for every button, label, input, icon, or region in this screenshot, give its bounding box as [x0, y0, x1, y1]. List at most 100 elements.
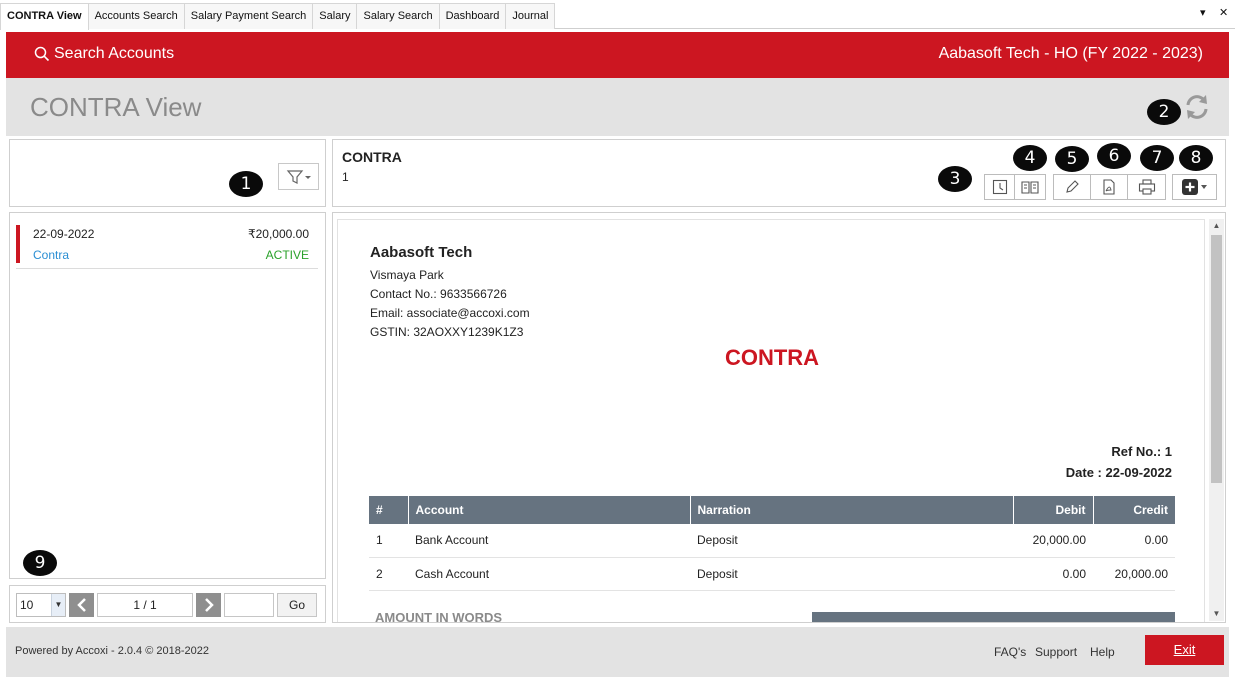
row-narration: Deposit — [690, 524, 1013, 558]
list-item-status: ACTIVE — [265, 248, 309, 262]
row-no: 1 — [369, 524, 408, 558]
list-item-amount: ₹20,000.00 — [247, 227, 309, 241]
clock-icon — [992, 179, 1007, 195]
filter-icon — [286, 169, 311, 184]
col-header-no: # — [369, 496, 409, 524]
organization-name: Aabasoft Tech — [370, 244, 473, 261]
pagination: 10 ▼ 1 / 1 Go — [9, 585, 326, 623]
tab-salary[interactable]: Salary — [312, 3, 358, 29]
table-row: 1 Bank Account Deposit 20,000.00 0.00 — [369, 524, 1175, 558]
search-icon — [34, 46, 50, 62]
next-page-button[interactable] — [196, 593, 221, 617]
tab-strip: CONTRA View Accounts Search Salary Payme… — [0, 0, 1235, 30]
row-debit: 20,000.00 — [1013, 524, 1093, 558]
page-title: CONTRA View — [30, 92, 202, 122]
row-no: 2 — [369, 557, 408, 591]
voucher-ref: Ref No.: 1 — [1111, 444, 1172, 459]
goto-page-input[interactable] — [224, 593, 274, 617]
support-link[interactable]: Support — [1035, 645, 1077, 659]
chevron-down-icon — [1200, 185, 1207, 189]
company-name: Aabasoft Tech - HO (FY 2022 - 2023) — [938, 45, 1203, 62]
refresh-button[interactable] — [1182, 92, 1212, 125]
pdf-export-button[interactable] — [1091, 175, 1128, 199]
row-account: Cash Account — [408, 557, 690, 591]
callout-badge-4: 4 — [1013, 145, 1047, 171]
row-narration: Deposit — [690, 557, 1013, 591]
callout-badge-8: 8 — [1179, 145, 1213, 171]
faqs-link[interactable]: FAQ's — [994, 645, 1026, 659]
organization-email: Email: associate@accoxi.com — [370, 306, 530, 320]
print-button[interactable] — [1128, 175, 1165, 199]
page-info: 1 / 1 — [97, 593, 193, 617]
go-button[interactable]: Go — [277, 593, 317, 617]
edit-export-group — [1053, 174, 1166, 200]
add-new-button[interactable] — [1172, 174, 1217, 200]
search-accounts-label: Search Accounts — [54, 45, 175, 62]
plus-square-icon — [1181, 179, 1198, 195]
tab-salary-search[interactable]: Salary Search — [356, 3, 440, 29]
pencil-icon — [1066, 180, 1079, 193]
scrollbar-thumb[interactable] — [1211, 235, 1222, 483]
col-header-debit: Debit — [1013, 496, 1094, 524]
chevron-right-icon — [204, 598, 214, 612]
scroll-up-icon[interactable]: ▲ — [1209, 219, 1224, 233]
callout-badge-1: 1 — [229, 171, 263, 197]
tab-journal[interactable]: Journal — [505, 3, 556, 29]
list-item-type[interactable]: Contra — [33, 248, 69, 262]
selected-marker — [16, 225, 20, 263]
ledger-view-button[interactable] — [1015, 175, 1045, 199]
row-debit: 0.00 — [1013, 557, 1093, 591]
row-account: Bank Account — [408, 524, 690, 558]
voucher-paper: Aabasoft Tech Vismaya Park Contact No.: … — [337, 219, 1205, 623]
tab-dropdown-icon[interactable]: ▾ — [1200, 6, 1206, 19]
organization-address: Vismaya Park — [370, 268, 444, 282]
document-preview: Aabasoft Tech Vismaya Park Contact No.: … — [332, 212, 1226, 623]
powered-by: Powered by Accoxi - 2.0.4 © 2018-2022 — [15, 645, 209, 657]
page-size-select[interactable]: 10 ▼ — [16, 593, 66, 617]
document-number: 1 — [342, 170, 349, 184]
exit-button[interactable]: Exit — [1145, 635, 1224, 665]
table-row: 2 Cash Account Deposit 0.00 20,000.00 — [369, 557, 1175, 591]
voucher-list: 22-09-2022 ₹20,000.00 Contra ACTIVE — [9, 212, 326, 579]
tab-dashboard[interactable]: Dashboard — [438, 3, 507, 29]
tab-salary-payment-search[interactable]: Salary Payment Search — [183, 3, 314, 29]
voucher-date: Date : 22-09-2022 — [1065, 465, 1172, 480]
refresh-icon — [1186, 95, 1208, 119]
filter-button[interactable] — [278, 163, 319, 190]
book-icon — [1021, 181, 1039, 194]
tab-contra-view[interactable]: CONTRA View — [0, 3, 89, 30]
preview-scrollbar[interactable]: ▲ ▼ — [1209, 219, 1224, 621]
tab-list: CONTRA View Accounts Search Salary Payme… — [0, 3, 556, 30]
amount-in-words-bar — [812, 612, 1175, 622]
col-header-account: Account — [408, 496, 691, 524]
voucher-title: CONTRA — [724, 345, 820, 370]
organization-contact: Contact No.: 9633566726 — [370, 287, 507, 301]
tab-accounts-search[interactable]: Accounts Search — [87, 3, 185, 29]
app-window: CONTRA View Accounts Search Salary Payme… — [0, 0, 1235, 681]
amount-in-words-label: AMOUNT IN WORDS — [375, 610, 503, 623]
search-accounts-link[interactable]: Search Accounts — [34, 45, 174, 63]
printer-icon — [1138, 179, 1155, 195]
close-tab-icon[interactable]: ✕ — [1219, 6, 1228, 19]
edit-button[interactable] — [1054, 175, 1091, 199]
col-header-narration: Narration — [690, 496, 1014, 524]
add-new-inner — [1173, 175, 1216, 199]
voucher-table: # Account Narration Debit Credit 1 Bank … — [369, 496, 1175, 591]
history-button[interactable] — [985, 175, 1015, 199]
chevron-down-icon: ▼ — [51, 594, 65, 616]
page-size-value: 10 — [20, 598, 34, 612]
list-item[interactable]: 22-09-2022 ₹20,000.00 Contra ACTIVE — [16, 223, 318, 269]
help-link[interactable]: Help — [1090, 645, 1115, 659]
callout-badge-5: 5 — [1055, 146, 1089, 172]
prev-page-button[interactable] — [69, 593, 94, 617]
row-credit: 0.00 — [1093, 524, 1175, 558]
filter-panel — [9, 139, 326, 207]
scroll-down-icon[interactable]: ▼ — [1209, 607, 1224, 621]
document-type: CONTRA — [342, 149, 402, 165]
callout-badge-2: 2 — [1147, 99, 1181, 125]
history-ledger-group — [984, 174, 1046, 200]
pdf-icon — [1103, 179, 1115, 195]
row-credit: 20,000.00 — [1093, 557, 1175, 591]
page-title-bar: CONTRA View — [6, 78, 1229, 136]
callout-badge-9: 9 — [23, 550, 57, 576]
